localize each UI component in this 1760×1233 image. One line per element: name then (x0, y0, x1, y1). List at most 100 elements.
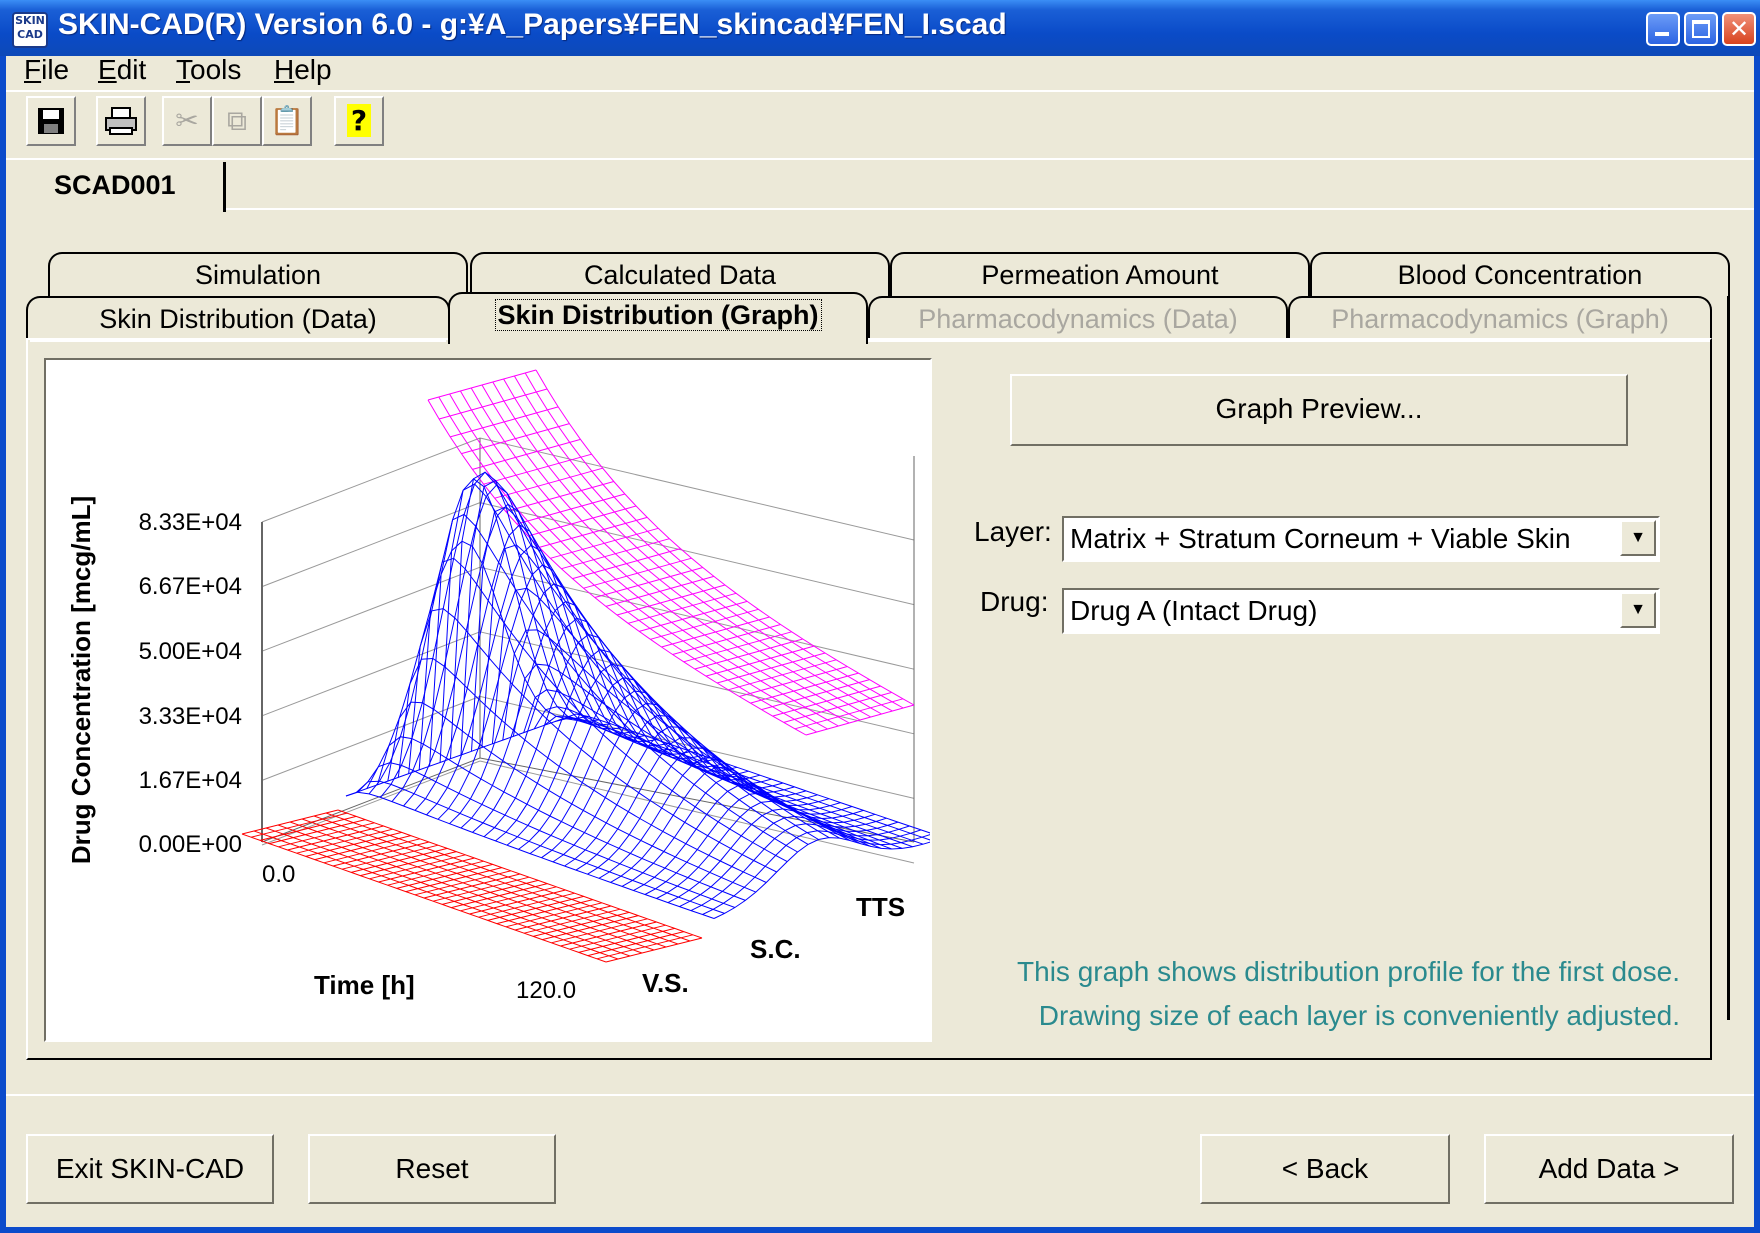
tab-pharmacodynamics-data[interactable]: Pharmacodynamics (Data) (868, 296, 1288, 340)
back-button[interactable]: < Back (1200, 1134, 1450, 1204)
note-first-dose: This graph shows distribution profile fo… (1017, 956, 1680, 987)
y-axis-label: Drug Concentration [mcg/mL] (66, 496, 96, 864)
vs-mesh-line (253, 830, 619, 960)
exit-button[interactable]: Exit SKIN-CAD (26, 1134, 274, 1204)
help-button[interactable]: ? (334, 96, 384, 146)
panel-top-right-line (868, 340, 1710, 342)
drug-select[interactable]: Drug A (Intact Drug) ▼ (1062, 588, 1660, 634)
paste-icon: 📋 (269, 104, 305, 137)
menu-tools[interactable]: Tools (176, 54, 241, 86)
tab-simulation[interactable]: Simulation (48, 252, 468, 296)
sc-mesh-line (529, 690, 761, 855)
menu-edit[interactable]: Edit (98, 54, 146, 86)
vs-mesh-line (241, 833, 607, 963)
copy-icon: ⧉ (227, 104, 247, 137)
tab-skin-distribution-graph-label: Skin Distribution (Graph) (494, 299, 822, 331)
toolbar-separator (6, 90, 1754, 92)
time-axis-label: Time [h] (314, 970, 415, 1000)
footer-separator (6, 1094, 1754, 1096)
tab-permeation-amount[interactable]: Permeation Amount (890, 252, 1310, 296)
menu-tools-rest: ools (190, 54, 242, 85)
vs-mesh-line (313, 815, 679, 945)
y-tick-0: 8.33E+04 (139, 509, 242, 536)
menu-edit-rest: dit (116, 54, 147, 85)
tab-skin-distribution-data-label: Skin Distribution (Data) (99, 304, 377, 334)
print-button[interactable] (96, 96, 146, 146)
tab-pharmacodynamics-graph[interactable]: Pharmacodynamics (Graph) (1288, 296, 1712, 340)
graph-canvas: Drug Concentration [mcg/mL] 8.33E+04 6.6… (44, 358, 932, 1042)
sc-mesh-line (610, 766, 841, 883)
sc-mesh-line (471, 506, 840, 839)
y-tick-4: 1.67E+04 (139, 767, 242, 794)
minimize-icon (1655, 32, 1669, 36)
note-drawing-size: Drawing size of each layer is convenient… (1038, 1000, 1680, 1031)
layer-select-value: Matrix + Stratum Corneum + Viable Skin (1070, 523, 1571, 554)
window-frame-bottom (0, 1227, 1760, 1233)
doc-tab-line-top (6, 158, 1754, 160)
tts-mesh-line (524, 372, 904, 709)
tab-calculated-data[interactable]: Calculated Data (470, 252, 890, 296)
sc-mesh-line (387, 701, 756, 893)
reset-button[interactable]: Reset (308, 1134, 556, 1204)
menu-file[interactable]: File (24, 54, 69, 86)
maximize-button[interactable] (1684, 12, 1718, 46)
sc-mesh-line (408, 608, 777, 873)
tab-pharmacodynamics-data-label: Pharmacodynamics (Data) (918, 304, 1238, 334)
gridline (261, 760, 481, 846)
gridline (479, 631, 915, 735)
layer-label-vs: V.S. (642, 968, 689, 998)
sc-mesh-line (403, 503, 634, 807)
doc-tab-scad001[interactable]: SCAD001 (10, 162, 226, 212)
tab-pharmacodynamics-graph-label: Pharmacodynamics (Graph) (1331, 304, 1669, 334)
tab-skin-distribution-data[interactable]: Skin Distribution (Data) (26, 296, 450, 340)
time-end-label: 120.0 (516, 977, 576, 1004)
sc-mesh-line (667, 808, 899, 904)
minimize-button[interactable] (1646, 12, 1680, 46)
gridline (479, 566, 915, 670)
tab-skin-distribution-graph[interactable]: Skin Distribution (Graph) (448, 292, 868, 344)
paste-button[interactable]: 📋 (262, 96, 312, 146)
close-icon: ✕ (1728, 15, 1750, 43)
window-frame-right (1754, 56, 1760, 1233)
copy-button[interactable]: ⧉ (212, 96, 262, 146)
app-icon[interactable]: SKIN CAD (12, 12, 48, 48)
tab-blood-concentration-label: Blood Concentration (1397, 260, 1643, 290)
layer-label: Layer: (974, 516, 1052, 547)
print-icon (105, 107, 137, 135)
menu-help[interactable]: Help (274, 54, 332, 86)
sc-mesh-line (656, 800, 887, 899)
cut-icon: ✂ (175, 104, 199, 137)
y-tick-2: 5.00E+04 (139, 638, 242, 665)
menu-help-rest: elp (294, 54, 332, 85)
vs-mesh-line (277, 824, 643, 954)
y-tick-3: 3.33E+04 (139, 703, 242, 730)
maximize-icon (1692, 20, 1710, 38)
save-button[interactable] (26, 96, 76, 146)
vs-mesh-line (337, 809, 703, 939)
vs-mesh-line (289, 821, 655, 951)
chevron-down-icon: ▼ (1630, 529, 1646, 546)
tab-simulation-label: Simulation (194, 260, 322, 290)
add-data-button[interactable]: Add Data > (1484, 1134, 1734, 1204)
chevron-down-icon: ▼ (1630, 601, 1646, 618)
vs-mesh-line (265, 827, 631, 957)
window-frame-left (0, 56, 6, 1233)
sc-mesh-line (518, 677, 749, 850)
close-button[interactable]: ✕ (1722, 12, 1756, 46)
layer-dropdown-button[interactable]: ▼ (1620, 520, 1656, 556)
tab-calculated-data-label: Calculated Data (583, 260, 777, 290)
gridline (261, 631, 481, 717)
gridline (261, 437, 481, 523)
sc-mesh-line (426, 544, 657, 816)
y-tick-5: 0.00E+00 (139, 831, 242, 858)
y-tick-1: 6.67E+04 (139, 573, 242, 600)
layer-select[interactable]: Matrix + Stratum Corneum + Viable Skin ▼ (1062, 516, 1660, 562)
window-title: SKIN-CAD(R) Version 6.0 - g:¥A_Papers¥FE… (58, 8, 1007, 41)
cut-button[interactable]: ✂ (162, 96, 212, 146)
doc-tab-baseline (226, 208, 1754, 210)
graph-preview-button[interactable]: Graph Preview... (1010, 374, 1628, 446)
drug-label: Drug: (980, 586, 1049, 617)
tab-stack-edge (1710, 296, 1730, 1020)
drug-dropdown-button[interactable]: ▼ (1620, 592, 1656, 628)
menu-file-rest: ile (41, 54, 70, 85)
